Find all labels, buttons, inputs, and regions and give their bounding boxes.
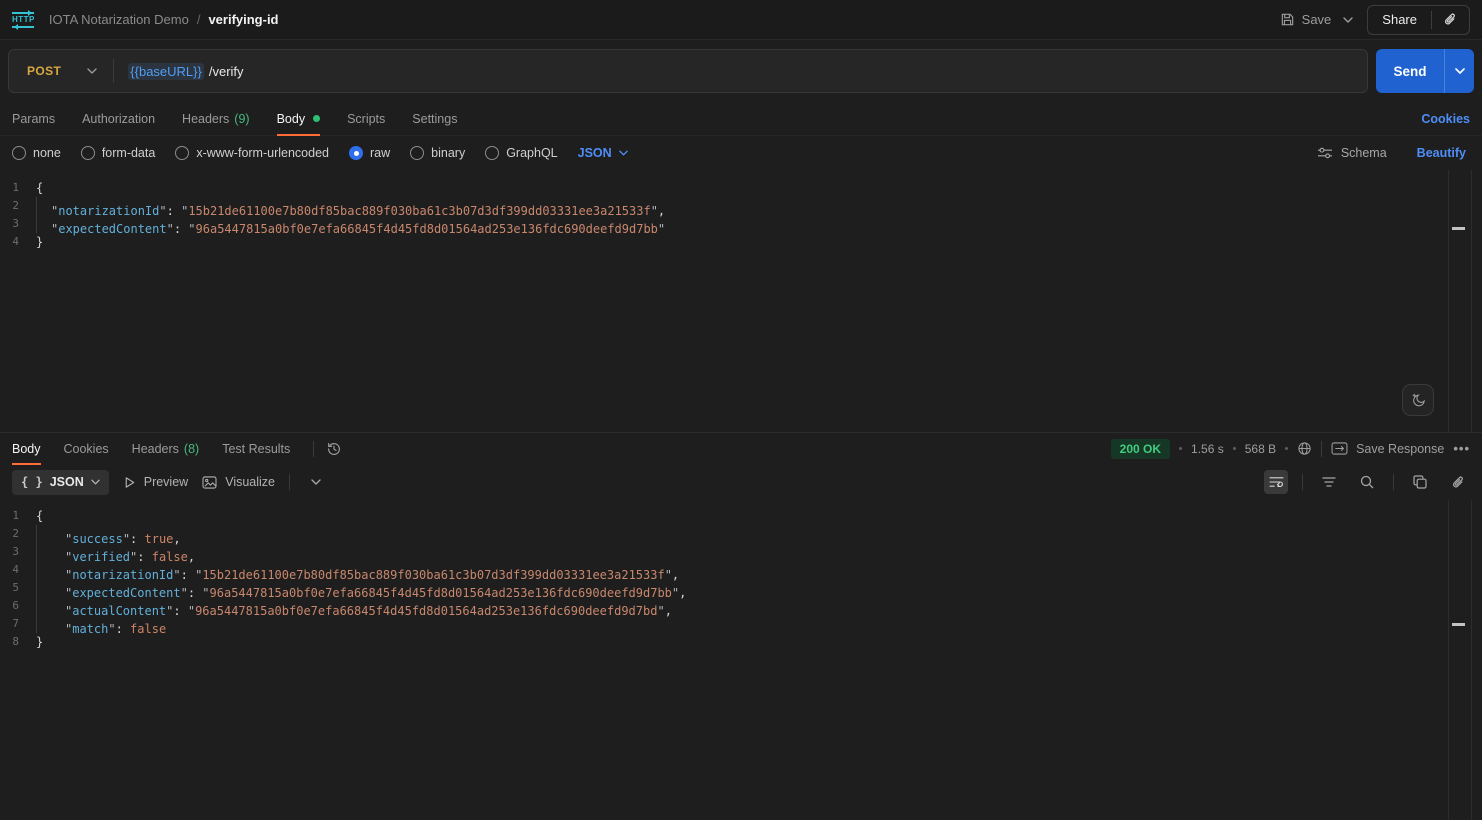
share-link-button[interactable] [1446, 470, 1470, 494]
breadcrumb-separator: / [197, 12, 201, 27]
save-response-icon [1331, 442, 1348, 455]
filter-icon [1322, 477, 1336, 487]
postbot-icon [1410, 392, 1427, 409]
wrap-text-button[interactable] [1264, 470, 1288, 494]
send-button[interactable]: Send [1376, 49, 1444, 93]
radio-x-www-form-urlencoded[interactable]: x-www-form-urlencoded [175, 146, 329, 160]
copy-button[interactable] [1408, 470, 1432, 494]
http-collection-icon: HTTP [12, 12, 35, 28]
link-icon [1451, 475, 1466, 490]
scroll-position-mark [1452, 227, 1465, 230]
wrap-text-icon [1269, 476, 1284, 488]
response-more-button[interactable]: ••• [1453, 441, 1470, 456]
response-tab-body[interactable]: Body [12, 433, 41, 464]
url-variable-token: {{baseURL}} [128, 63, 204, 80]
request-url-row: POST {{baseURL}} /verify Send [0, 40, 1482, 102]
request-editor-lines: 1{2"notarizationId": "15b21de61100e7b80d… [0, 179, 1482, 251]
send-button-group: Send [1376, 49, 1474, 93]
share-button-group: Share [1367, 5, 1470, 35]
language-select[interactable]: JSON [578, 146, 628, 160]
tab-body[interactable]: Body [277, 102, 321, 135]
radio-raw[interactable]: raw [349, 146, 390, 160]
method-label: POST [27, 64, 61, 78]
breadcrumb: IOTA Notarization Demo / verifying-id [49, 12, 279, 27]
save-button[interactable]: Save [1280, 12, 1332, 27]
visualize-icon [202, 476, 217, 489]
history-icon [326, 441, 342, 457]
copy-icon [1413, 475, 1427, 489]
globe-icon [1297, 441, 1312, 456]
search-button[interactable] [1355, 470, 1379, 494]
response-toolbar: { } JSON Preview Visualize [0, 464, 1482, 500]
scroll-position-mark [1452, 623, 1465, 626]
response-meta: 200 OK 1.56 s 568 B Save Response ••• [1111, 433, 1470, 464]
send-options-button[interactable] [1445, 49, 1474, 93]
save-icon [1280, 12, 1295, 27]
save-response-button[interactable]: Save Response [1331, 442, 1444, 456]
response-body-editor[interactable]: 1{2"success": true,3"verified": false,4"… [0, 500, 1482, 820]
response-tab-headers[interactable]: Headers (8) [132, 433, 200, 464]
visualize-options-button[interactable] [304, 470, 328, 494]
url-input[interactable]: {{baseURL}} /verify [128, 50, 1367, 92]
preview-icon [123, 476, 136, 489]
attachment-icon [1443, 12, 1458, 27]
schema-button[interactable]: Schema [1317, 146, 1387, 160]
response-tab-cookies[interactable]: Cookies [64, 433, 109, 464]
headers-count: (9) [234, 112, 249, 126]
response-editor-scrollbar[interactable] [1448, 500, 1472, 820]
body-type-options: none form-data x-www-form-urlencoded raw… [0, 136, 1482, 170]
response-size[interactable]: 568 B [1245, 442, 1276, 456]
tab-settings[interactable]: Settings [412, 102, 457, 135]
filter-button[interactable] [1317, 470, 1341, 494]
braces-icon: { } [21, 475, 43, 489]
visualize-button[interactable]: Visualize [202, 475, 275, 489]
response-history-button[interactable] [326, 433, 342, 464]
radio-graphql[interactable]: GraphQL [485, 146, 557, 160]
radio-binary[interactable]: binary [410, 146, 465, 160]
breadcrumb-collection[interactable]: IOTA Notarization Demo [49, 12, 189, 27]
status-badge[interactable]: 200 OK [1111, 439, 1170, 459]
network-info-button[interactable] [1297, 441, 1312, 456]
tab-params[interactable]: Params [12, 102, 55, 135]
request-body-editor[interactable]: 1{2"notarizationId": "15b21de61100e7b80d… [0, 170, 1482, 433]
radio-form-data[interactable]: form-data [81, 146, 156, 160]
response-section: Body Cookies Headers (8) Test Results 20… [0, 433, 1482, 820]
schema-icon [1317, 147, 1333, 159]
preview-button[interactable]: Preview [123, 475, 188, 489]
response-tabs: Body Cookies Headers (8) Test Results 20… [0, 433, 1482, 464]
save-button-label: Save [1302, 12, 1332, 27]
share-button[interactable]: Share [1368, 12, 1431, 27]
response-time[interactable]: 1.56 s [1191, 442, 1224, 456]
save-options-button[interactable] [1343, 17, 1353, 23]
radio-none[interactable]: none [12, 146, 61, 160]
tab-headers[interactable]: Headers (9) [182, 102, 250, 135]
search-icon [1360, 475, 1374, 489]
breadcrumb-request-name[interactable]: verifying-id [208, 12, 278, 27]
response-headers-count: (8) [184, 442, 199, 456]
tab-authorization[interactable]: Authorization [82, 102, 155, 135]
cookies-link[interactable]: Cookies [1421, 112, 1470, 126]
response-format-select[interactable]: { } JSON [12, 470, 109, 495]
request-tabs: Params Authorization Headers (9) Body Sc… [0, 102, 1482, 136]
method-select[interactable]: POST [9, 50, 113, 92]
url-path: /verify [209, 64, 244, 79]
request-editor-scrollbar[interactable] [1448, 170, 1472, 432]
body-modified-dot [313, 115, 320, 122]
topbar: HTTP IOTA Notarization Demo / verifying-… [0, 0, 1482, 40]
copy-link-button[interactable] [1432, 6, 1469, 34]
postbot-button[interactable] [1402, 384, 1434, 416]
url-bar: POST {{baseURL}} /verify [8, 49, 1368, 93]
beautify-button[interactable]: Beautify [1417, 146, 1466, 160]
response-editor-lines: 1{2"success": true,3"verified": false,4"… [0, 507, 1482, 651]
tab-scripts[interactable]: Scripts [347, 102, 385, 135]
response-tab-test-results[interactable]: Test Results [222, 433, 290, 464]
